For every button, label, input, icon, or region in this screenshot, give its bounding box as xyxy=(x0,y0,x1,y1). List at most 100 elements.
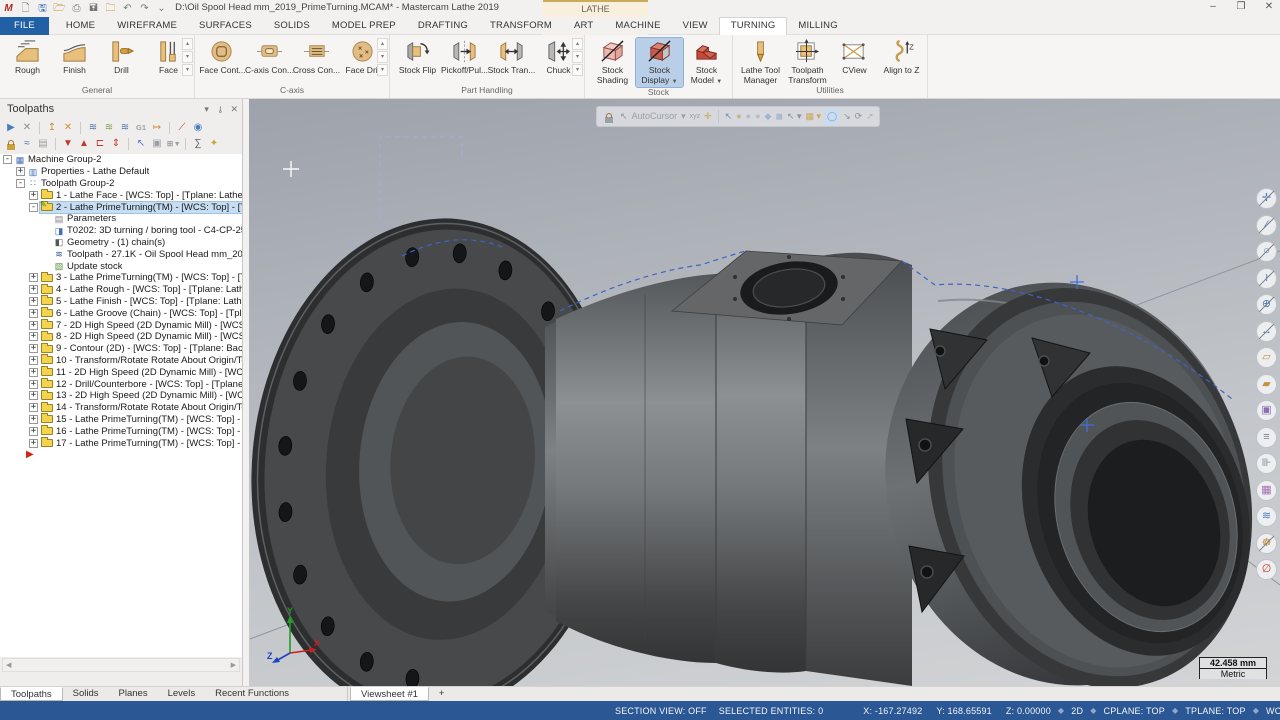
viewsheet-tab[interactable]: Viewsheet #1 xyxy=(350,687,429,701)
lock-icon[interactable] xyxy=(7,140,15,150)
toolbar-icon[interactable]: ⟋ xyxy=(175,121,189,135)
mode-2d-3d[interactable]: 2D xyxy=(1071,706,1083,716)
tree-item[interactable]: - ∷ Toolpath Group-2 xyxy=(0,178,242,190)
expand-icon[interactable]: + xyxy=(29,285,38,295)
tab-turning[interactable]: TURNING xyxy=(718,17,788,35)
toolbar-icon[interactable]: ▣ xyxy=(150,137,164,151)
tab-model-prep[interactable]: MODEL PREP xyxy=(321,17,407,35)
tree-item[interactable]: +10 - Transform/Rotate Rotate About Orig… xyxy=(0,354,242,367)
tree-item[interactable]: +4 - Lathe Rough - [WCS: Top] - [Tplane:… xyxy=(0,283,242,296)
toolbar-icon[interactable]: ≋ xyxy=(118,121,132,135)
save-as-icon[interactable]: 🖬 xyxy=(87,2,100,15)
toolpath-transform-button[interactable]: Toolpath Transform xyxy=(784,38,831,85)
tab-file[interactable]: FILE xyxy=(0,17,49,35)
tab-view[interactable]: VIEW xyxy=(672,17,719,35)
panel-tab-toolpaths[interactable]: Toolpaths xyxy=(0,687,63,701)
mastercam-logo-icon[interactable]: M xyxy=(2,2,15,15)
gview-lock-icon[interactable] xyxy=(605,112,613,123)
expand-icon[interactable]: + xyxy=(29,426,38,436)
graphics-viewport[interactable]: ↖ AutoCursor ▾ xyz ✛ ↖ ● ● ● ◆ ◼ ↖ ▾ ▦ ▾ ◯ ↘ ⟳ ➚ ✛ ∕ ○ ≀ ⊕ ↔ ▱… xyxy=(249,99,1280,686)
expand-icon[interactable]: + xyxy=(29,344,38,354)
tree-item[interactable]: + ▥ Properties - Lathe Default xyxy=(0,166,242,178)
toolbar-icon[interactable]: ↥ xyxy=(45,121,59,135)
qm-list[interactable]: ≡ xyxy=(1256,426,1277,448)
documents-icon[interactable]: 🗀 xyxy=(104,2,117,15)
expand-icon[interactable]: + xyxy=(29,355,38,365)
expand-icon[interactable]: + xyxy=(29,296,38,306)
toolbar-icon[interactable]: ✕ xyxy=(61,121,75,135)
tree-item[interactable]: - ▦ Machine Group-2 xyxy=(0,154,242,166)
tree-item[interactable]: +8 - 2D High Speed (2D Dynamic Mill) - [… xyxy=(0,330,242,343)
stock-model-button[interactable]: Stock Model ▼ xyxy=(683,38,730,87)
tree-item[interactable]: +12 - Drill/Counterbore - [WCS: Top] - [… xyxy=(0,378,242,390)
tab-milling[interactable]: MILLING xyxy=(787,17,848,35)
pickoff-button[interactable]: Pickoff/Pul... xyxy=(441,38,488,76)
toolbar-icon[interactable]: ✕ xyxy=(20,121,34,135)
cross-contour-button[interactable]: Cross Con... xyxy=(293,38,340,76)
caxis-contour-button[interactable]: C-axis Con... xyxy=(245,38,294,76)
qm-measure[interactable]: ▱ xyxy=(1256,347,1277,368)
toolbar-icon[interactable]: ≋ xyxy=(86,121,100,135)
toolbar-icon[interactable]: ↖ xyxy=(134,137,148,151)
panel-tab-recent-functions[interactable]: Recent Functions xyxy=(205,687,299,701)
tree-item[interactable]: +14 - Transform/Rotate Rotate About Orig… xyxy=(0,401,242,414)
qm-arc[interactable]: ○ xyxy=(1256,241,1277,262)
toolbar-icon[interactable]: ∑ xyxy=(191,137,205,151)
tab-transform[interactable]: TRANSFORM xyxy=(479,17,563,35)
autocursor-cursor-icon[interactable]: ↖ xyxy=(620,108,628,125)
tree-item[interactable]: +▤Parameters xyxy=(0,213,242,225)
toolbar-icon[interactable]: ◉ xyxy=(191,121,205,135)
qm-settings[interactable]: ☸ xyxy=(1256,532,1277,554)
cplane-selector[interactable]: CPLANE: TOP xyxy=(1104,706,1165,716)
tree-item[interactable]: +15 - Lathe PrimeTurning(TM) - [WCS: Top… xyxy=(0,413,242,426)
gallery-scroll[interactable]: ▴ ▾ ▾ xyxy=(572,38,583,76)
collapse-icon[interactable]: - xyxy=(16,178,25,188)
toolbar-icon[interactable]: ▲ xyxy=(77,137,91,151)
expand-icon[interactable]: + xyxy=(29,391,38,401)
clear-selection-icon[interactable]: ➚ xyxy=(866,108,874,125)
toolbar-icon[interactable]: ⇕ xyxy=(109,137,123,151)
finish-button[interactable]: Finish xyxy=(51,38,98,76)
regenerate-icon[interactable]: ⟳ xyxy=(855,108,863,125)
insert-position-marker[interactable]: ▶ xyxy=(26,449,242,460)
autocursor-dropdown-icon[interactable]: ▾ xyxy=(681,108,686,125)
undo-icon[interactable]: ↶ xyxy=(121,2,134,15)
tab-art[interactable]: ART xyxy=(563,17,604,35)
tab-solids[interactable]: SOLIDS xyxy=(263,17,321,35)
collapse-icon[interactable]: - xyxy=(3,155,12,165)
toolbar-icon[interactable]: ⊞ ▾ xyxy=(166,137,180,151)
tree-item[interactable]: +5 - Lathe Finish - [WCS: Top] - [Tplane… xyxy=(0,295,242,308)
stock-display-button[interactable]: Stock Display ▼ xyxy=(635,37,684,88)
scroll-right-icon[interactable]: ▶ xyxy=(231,661,236,669)
panel-tab-planes[interactable]: Planes xyxy=(109,687,158,701)
gallery-scroll[interactable]: ▴ ▾ ▾ xyxy=(182,38,193,76)
highlighted-select-icon[interactable]: ◯ xyxy=(825,108,840,125)
expand-icon[interactable]: + xyxy=(29,320,38,330)
new-file-icon[interactable]: 🗋 xyxy=(19,2,32,15)
minimize-button[interactable]: – xyxy=(1206,1,1220,12)
toolbar-icon[interactable]: ▼ xyxy=(61,137,75,151)
qm-point[interactable]: ✛ xyxy=(1256,188,1277,209)
select-body-icon[interactable]: ◼ xyxy=(775,108,782,125)
tree-item[interactable]: +11 - 2D High Speed (2D Dynamic Mill) - … xyxy=(0,366,242,378)
panel-menu-icon[interactable]: ▾ xyxy=(204,104,209,115)
toolbar-icon[interactable]: G1 xyxy=(134,121,148,135)
select-sphere-1-icon[interactable]: ● xyxy=(736,108,741,125)
add-point-icon[interactable]: ✛ xyxy=(704,108,712,125)
expand-icon[interactable]: + xyxy=(29,414,38,424)
panel-tab-levels[interactable]: Levels xyxy=(158,687,205,701)
stock-transfer-button[interactable]: Stock Tran... xyxy=(488,38,535,76)
window-select-dropdown[interactable]: ▦ ▾ xyxy=(805,108,821,125)
expand-icon[interactable]: + xyxy=(29,403,38,413)
tree-item[interactable]: +◨T0202: 3D turning / boring tool - C4-C… xyxy=(0,225,242,237)
add-viewsheet-button[interactable]: + xyxy=(429,687,455,701)
select-icon[interactable]: ↖ xyxy=(725,108,733,125)
selected-entities-status[interactable]: SELECTED ENTITIES: 0 xyxy=(719,706,824,716)
open-icon[interactable]: 🗁 xyxy=(53,2,66,15)
scroll-left-icon[interactable]: ◀ xyxy=(6,661,11,669)
panel-pin-icon[interactable]: ⊸ xyxy=(214,105,225,113)
toolbar-icon[interactable]: ▤ xyxy=(36,137,50,151)
tree-item[interactable]: +▧Update stock xyxy=(0,260,242,272)
qm-hierarchy[interactable]: ⊪ xyxy=(1256,453,1277,474)
tree-item[interactable]: +16 - Lathe PrimeTurning(TM) - [WCS: Top… xyxy=(0,425,242,437)
